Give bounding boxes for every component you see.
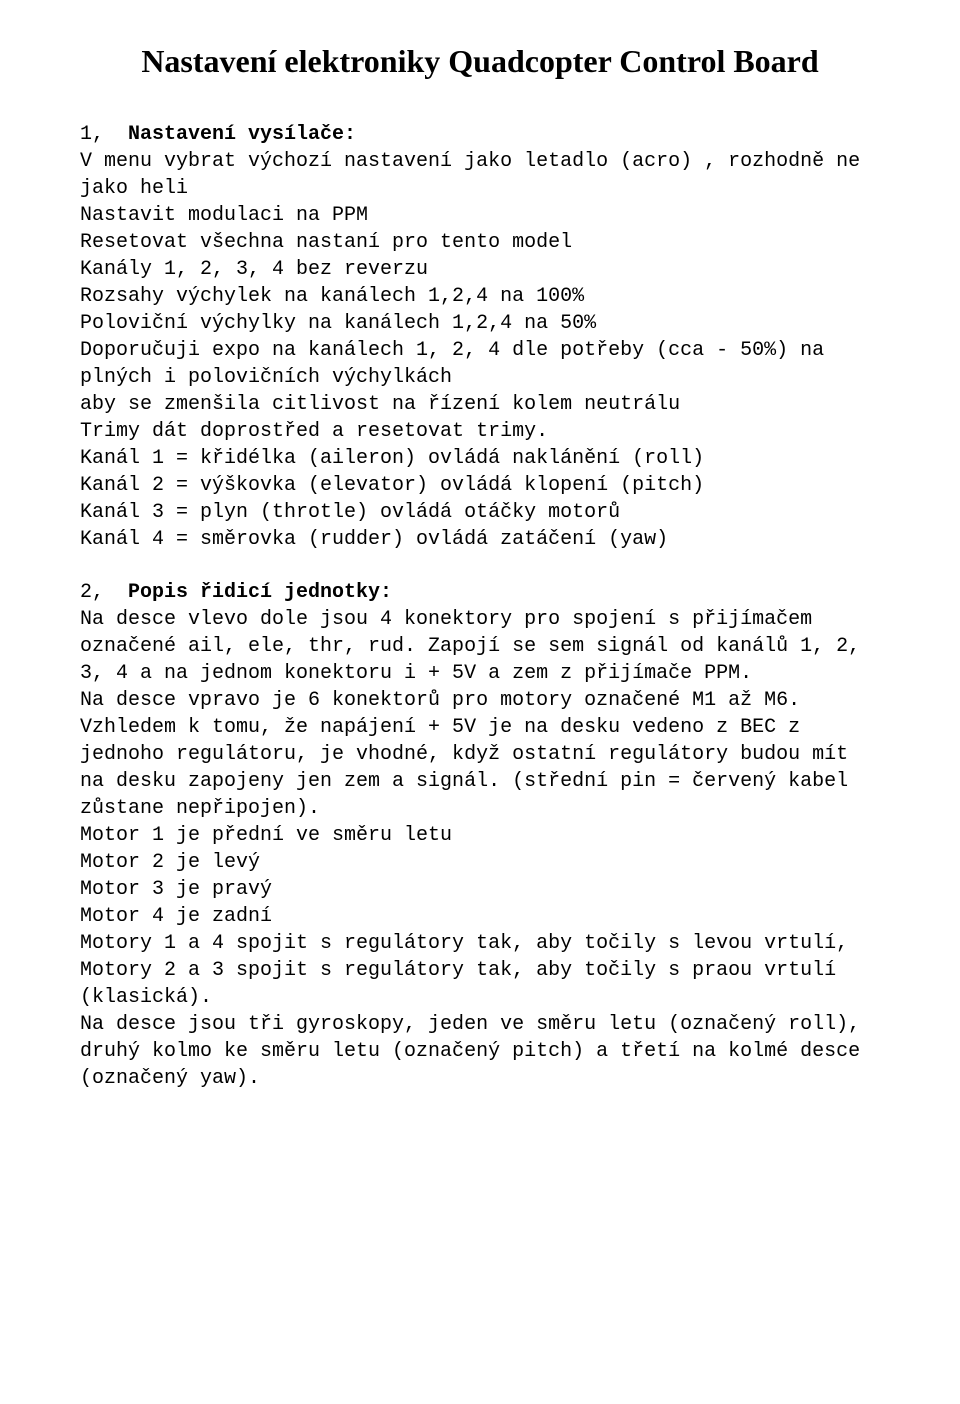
section-1-body: V menu vybrat výchozí nastavení jako let… (80, 148, 880, 553)
document-page: Nastavení elektroniky Quadcopter Control… (0, 0, 960, 1404)
page-title: Nastavení elektroniky Quadcopter Control… (80, 40, 880, 83)
section-2-number: 2, (80, 581, 128, 604)
section-1-heading: Nastavení vysílače: (128, 123, 356, 146)
section-2-heading: Popis řidicí jednotky: (128, 581, 392, 604)
section-1-number: 1, (80, 123, 128, 146)
section-gap (80, 553, 880, 579)
section-2-heading-line: 2, Popis řidicí jednotky: (80, 579, 880, 606)
section-1-heading-line: 1, Nastavení vysílače: (80, 121, 880, 148)
section-2-body: Na desce vlevo dole jsou 4 konektory pro… (80, 606, 880, 1092)
